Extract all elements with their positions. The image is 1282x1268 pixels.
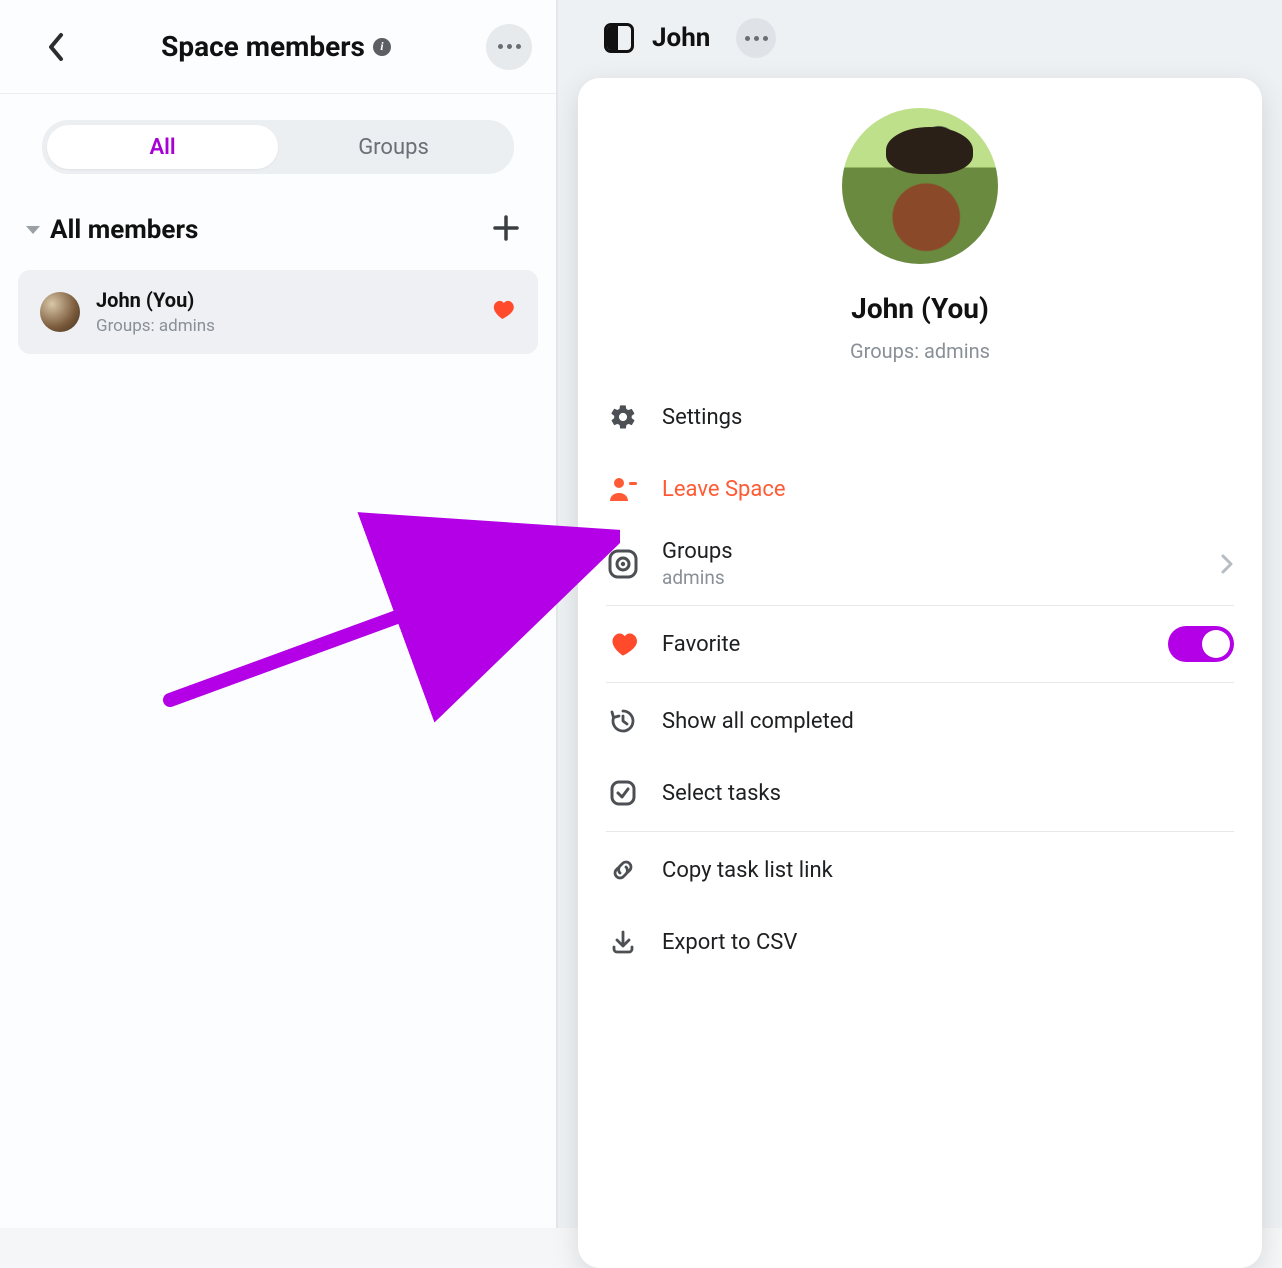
menu-favorite[interactable]: Favorite bbox=[606, 608, 1234, 680]
user-minus-icon bbox=[606, 476, 640, 502]
members-title: Space members bbox=[161, 30, 365, 63]
heart-icon bbox=[606, 631, 640, 657]
all-members-section-header[interactable]: All members bbox=[0, 186, 556, 266]
members-tab-segmented: All Groups bbox=[42, 120, 514, 174]
caret-down-icon bbox=[26, 226, 40, 234]
link-icon bbox=[606, 856, 640, 884]
info-icon[interactable]: i bbox=[373, 38, 391, 56]
gear-icon bbox=[606, 403, 640, 431]
menu-select-tasks[interactable]: Select tasks bbox=[606, 757, 1234, 829]
member-name: John (You) bbox=[96, 288, 476, 312]
divider bbox=[606, 831, 1234, 832]
heart-icon bbox=[492, 299, 516, 321]
avatar bbox=[40, 292, 80, 332]
detail-more-button[interactable] bbox=[736, 18, 776, 58]
profile-name: John (You) bbox=[578, 292, 1262, 325]
members-panel: Space members i All Groups All members bbox=[0, 0, 558, 1228]
menu-settings-label: Settings bbox=[662, 405, 1234, 430]
member-row[interactable]: John (You) Groups: admins bbox=[18, 270, 538, 354]
menu-favorite-label: Favorite bbox=[662, 632, 1146, 657]
profile-groups: Groups: admins bbox=[578, 339, 1262, 363]
member-groups: Groups: admins bbox=[96, 316, 476, 336]
menu-show-completed[interactable]: Show all completed bbox=[606, 685, 1234, 757]
menu-groups-label: Groups bbox=[662, 539, 1198, 564]
dots-icon bbox=[745, 36, 768, 41]
menu-settings[interactable]: Settings bbox=[606, 381, 1234, 453]
tab-groups[interactable]: Groups bbox=[278, 125, 509, 169]
menu-select-tasks-label: Select tasks bbox=[662, 781, 1234, 806]
tab-all[interactable]: All bbox=[47, 125, 278, 169]
menu-export-csv-label: Export to CSV bbox=[662, 930, 1234, 955]
favorite-indicator bbox=[492, 299, 516, 325]
chevron-right-icon bbox=[1220, 553, 1234, 575]
dots-icon bbox=[498, 44, 521, 49]
profile-card: John (You) Groups: admins Settings Leave… bbox=[578, 78, 1262, 1268]
groups-icon bbox=[606, 549, 640, 579]
chevron-left-icon bbox=[46, 32, 66, 62]
members-more-button[interactable] bbox=[486, 24, 532, 70]
menu-groups-value: admins bbox=[662, 566, 1198, 589]
download-icon bbox=[606, 928, 640, 956]
profile-menu: Settings Leave Space Groups admins bbox=[578, 381, 1262, 978]
history-icon bbox=[606, 707, 640, 735]
menu-show-completed-label: Show all completed bbox=[662, 709, 1234, 734]
divider bbox=[606, 682, 1234, 683]
divider bbox=[606, 605, 1234, 606]
detail-panel: John John (You) Groups: admins Settings bbox=[558, 0, 1282, 1228]
plus-icon bbox=[492, 214, 520, 242]
profile-avatar bbox=[842, 108, 998, 264]
add-member-button[interactable] bbox=[482, 208, 530, 252]
panel-toggle-icon[interactable] bbox=[604, 23, 634, 53]
menu-export-csv[interactable]: Export to CSV bbox=[606, 906, 1234, 978]
detail-title: John bbox=[652, 23, 710, 53]
detail-header: John bbox=[558, 0, 1282, 76]
checkbox-icon bbox=[606, 779, 640, 807]
menu-leave-space[interactable]: Leave Space bbox=[606, 453, 1234, 525]
favorite-toggle[interactable] bbox=[1168, 626, 1234, 662]
all-members-title: All members bbox=[50, 215, 482, 245]
members-title-wrap: Space members i bbox=[66, 30, 486, 63]
menu-groups[interactable]: Groups admins bbox=[606, 525, 1234, 603]
menu-leave-label: Leave Space bbox=[662, 477, 1234, 502]
menu-copy-link-label: Copy task list link bbox=[662, 858, 1234, 883]
members-header: Space members i bbox=[0, 0, 556, 94]
member-text: John (You) Groups: admins bbox=[96, 288, 476, 336]
menu-copy-link[interactable]: Copy task list link bbox=[606, 834, 1234, 906]
